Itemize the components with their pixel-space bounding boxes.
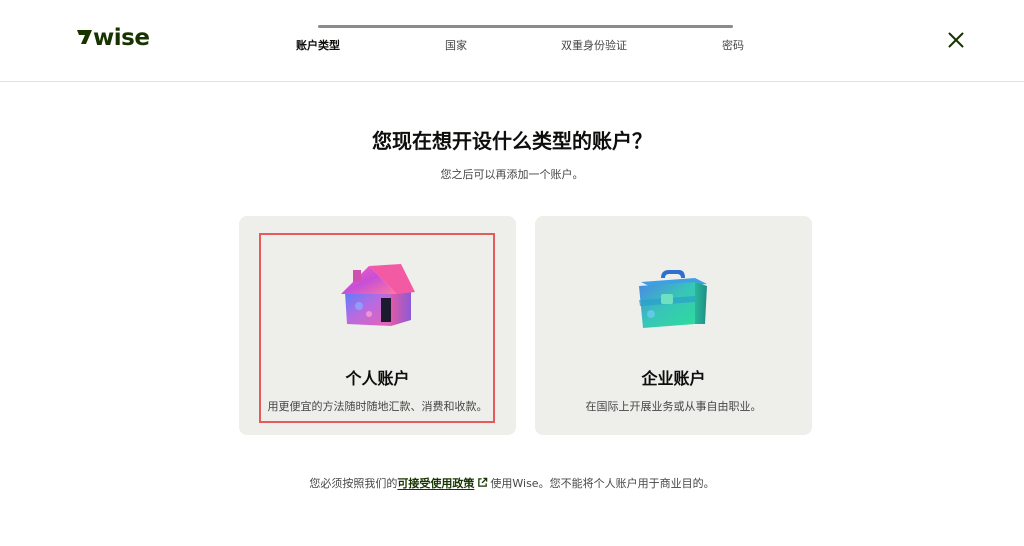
card-description: 用更便宜的方法随时随地汇款、消费和收款。 [267, 400, 488, 413]
card-title: 个人账户 [345, 369, 410, 388]
policy-notice-suffix: 使用Wise。您不能将个人账户用于商业目的。 [490, 477, 715, 490]
step-account-type: 账户类型 [296, 39, 340, 52]
policy-notice-prefix: 您必须按照我们的 [309, 477, 398, 490]
close-icon [948, 32, 964, 48]
briefcase-icon [635, 266, 711, 336]
step-two-factor: 双重身份验证 [561, 39, 627, 52]
wise-logo[interactable]: wise [76, 25, 162, 49]
card-description: 在国际上开展业务或从事自由职业。 [585, 400, 762, 413]
progress-bar [318, 25, 733, 28]
card-title: 企业账户 [641, 369, 706, 388]
house-icon [339, 262, 415, 332]
acceptable-use-policy-link[interactable]: 可接受使用政策 [397, 477, 474, 490]
business-account-card[interactable]: 企业账户 在国际上开展业务或从事自由职业。 [535, 216, 812, 435]
close-button[interactable] [944, 28, 968, 52]
page-title: 您现在想开设什么类型的账户？ [372, 129, 652, 153]
external-link-icon [478, 477, 488, 487]
page-subtitle: 您之后可以再添加一个账户。 [440, 168, 584, 181]
step-password: 密码 [722, 39, 744, 52]
svg-text:wise: wise [93, 25, 149, 49]
top-header: wise 账户类型 国家 双重身份验证 密码 [0, 0, 1024, 82]
policy-notice: 您必须按照我们的可接受使用政策 使用Wise。您不能将个人账户用于商业目的。 [0, 476, 1024, 492]
step-country: 国家 [445, 39, 467, 52]
personal-account-card[interactable]: 个人账户 用更便宜的方法随时随地汇款、消费和收款。 [239, 216, 516, 435]
